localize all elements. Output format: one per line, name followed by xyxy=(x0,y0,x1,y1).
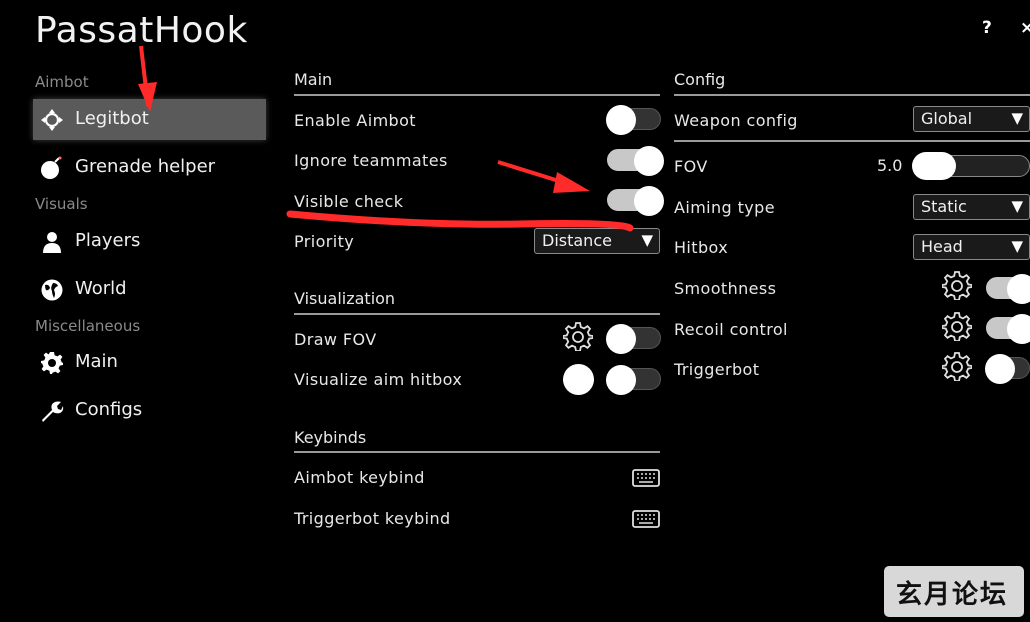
sidebar-category-aimbot: Aimbot xyxy=(35,73,89,91)
settings-gear-icon[interactable] xyxy=(942,311,972,341)
draw-fov-label: Draw FOV xyxy=(294,330,377,349)
gear-icon xyxy=(41,352,63,374)
chevron-down-icon: ▼ xyxy=(641,231,653,249)
sidebar-item-grenade-helper[interactable]: Grenade helper xyxy=(33,147,266,188)
sidebar-item-legitbot[interactable]: Legitbot xyxy=(33,99,266,140)
fov-value: 5.0 xyxy=(877,156,903,175)
recoil-control-toggle[interactable] xyxy=(986,314,1030,344)
enable-aimbot-label: Enable Aimbot xyxy=(294,111,416,130)
fov-slider[interactable] xyxy=(912,152,1030,180)
ignore-teammates-label: Ignore teammates xyxy=(294,151,448,170)
chevron-down-icon: ▼ xyxy=(1011,237,1023,255)
section-title-config: Config xyxy=(674,70,726,89)
sidebar-item-label: Main xyxy=(75,351,118,372)
triggerbot-label: Triggerbot xyxy=(674,360,760,379)
smoothness-label: Smoothness xyxy=(674,279,777,298)
color-picker[interactable] xyxy=(563,364,594,395)
close-button[interactable]: × xyxy=(1020,18,1030,38)
sidebar-item-configs[interactable]: Configs xyxy=(33,390,266,431)
visualize-hitbox-toggle[interactable] xyxy=(606,365,661,395)
triggerbot-keybind-label: Triggerbot keybind xyxy=(294,509,451,528)
section-title-visualization: Visualization xyxy=(294,289,396,308)
enable-aimbot-toggle[interactable] xyxy=(606,105,661,135)
smoothness-toggle[interactable] xyxy=(986,274,1030,304)
priority-dropdown[interactable]: Distance ▼ xyxy=(534,228,660,254)
hitbox-dropdown[interactable]: Head ▼ xyxy=(913,234,1030,260)
fov-label: FOV xyxy=(674,157,708,176)
aiming-type-dropdown[interactable]: Static ▼ xyxy=(913,194,1030,220)
section-title-keybinds: Keybinds xyxy=(294,428,367,447)
aimbot-keybind-label: Aimbot keybind xyxy=(294,468,425,487)
sidebar-item-world[interactable]: World xyxy=(33,269,266,310)
section-title-main: Main xyxy=(294,70,333,89)
settings-gear-icon[interactable] xyxy=(563,321,593,351)
section-divider xyxy=(674,94,1030,96)
keyboard-icon[interactable] xyxy=(632,469,660,487)
visible-check-label: Visible check xyxy=(294,192,404,211)
draw-fov-toggle[interactable] xyxy=(606,324,661,354)
recoil-control-label: Recoil control xyxy=(674,320,788,339)
user-icon xyxy=(43,232,61,253)
aiming-type-value: Static xyxy=(921,197,967,216)
sidebar-item-main[interactable]: Main xyxy=(33,342,266,383)
globe-icon xyxy=(41,279,63,301)
sidebar-item-players[interactable]: Players xyxy=(33,221,266,262)
priority-value: Distance xyxy=(542,231,612,250)
sidebar-item-label: Players xyxy=(75,230,141,251)
priority-label: Priority xyxy=(294,232,355,251)
annotation-arrow-head xyxy=(553,172,590,193)
annotation-underline xyxy=(286,210,634,232)
sidebar-category-miscellaneous: Miscellaneous xyxy=(35,317,141,335)
watermark-text: 玄月论坛 xyxy=(896,580,1009,610)
wrench-icon xyxy=(42,401,64,422)
sidebar-item-label: World xyxy=(75,278,127,299)
settings-gear-icon[interactable] xyxy=(942,270,972,300)
visible-check-toggle[interactable] xyxy=(607,186,664,216)
hitbox-label: Hitbox xyxy=(674,238,729,257)
app-title: PassatHook xyxy=(35,10,248,51)
visualize-hitbox-label: Visualize aim hitbox xyxy=(294,370,463,389)
watermark-badge: 玄月论坛 xyxy=(884,566,1024,617)
sidebar-category-visuals: Visuals xyxy=(35,195,88,213)
weapon-config-value: Global xyxy=(921,109,973,128)
crosshair-icon xyxy=(41,109,63,131)
weapon-config-label: Weapon config xyxy=(674,111,798,130)
sidebar-item-label: Legitbot xyxy=(75,108,149,129)
ignore-teammates-toggle[interactable] xyxy=(607,146,664,176)
section-divider xyxy=(294,313,660,315)
section-divider xyxy=(674,140,1030,142)
chevron-down-icon: ▼ xyxy=(1011,197,1023,215)
aiming-type-label: Aiming type xyxy=(674,198,775,217)
section-divider xyxy=(294,94,660,96)
sidebar-item-label: Grenade helper xyxy=(75,156,216,177)
annotation-arrow-line xyxy=(139,45,150,107)
settings-gear-icon[interactable] xyxy=(942,351,972,381)
section-divider xyxy=(294,451,660,453)
triggerbot-toggle[interactable] xyxy=(985,354,1030,384)
grenade-icon xyxy=(41,156,62,179)
chevron-down-icon: ▼ xyxy=(1011,109,1023,127)
sidebar-item-label: Configs xyxy=(75,399,143,420)
weapon-config-dropdown[interactable]: Global ▼ xyxy=(913,106,1030,132)
annotation-arrow-line xyxy=(497,160,576,188)
keyboard-icon[interactable] xyxy=(632,510,660,528)
help-button[interactable]: ? xyxy=(982,18,992,38)
hitbox-value: Head xyxy=(921,237,963,256)
